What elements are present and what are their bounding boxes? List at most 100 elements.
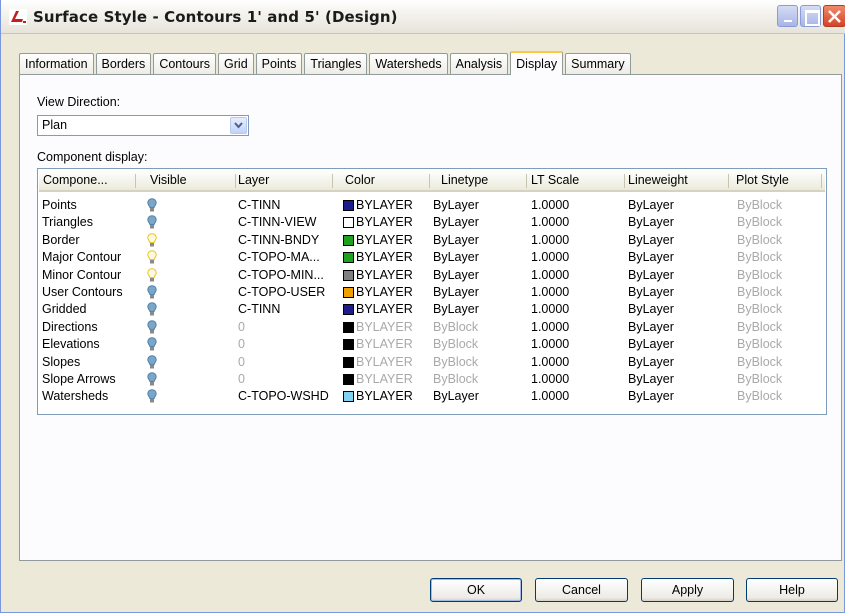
component-name: Slopes [42, 354, 81, 369]
column-header[interactable]: Plot Style [736, 170, 789, 190]
lightbulb-icon[interactable] [147, 354, 157, 370]
lightbulb-icon[interactable] [147, 389, 157, 404]
component-name: Points [42, 198, 77, 212]
tab-points[interactable]: Points [255, 53, 303, 75]
tab-information[interactable]: Information [19, 53, 94, 75]
lightbulb-icon[interactable] [147, 233, 157, 248]
lightbulb-icon[interactable] [147, 198, 157, 213]
plot-style-value: ByBlock [737, 354, 783, 369]
component-name: User Contours [42, 285, 123, 299]
plot-style-value: ByBlock [737, 319, 783, 334]
column-separator[interactable] [526, 174, 527, 188]
close-icon [828, 10, 841, 23]
layer-value: 0 [238, 372, 245, 386]
tab-grid[interactable]: Grid [218, 53, 254, 75]
layer-value: 0 [238, 319, 245, 334]
column-header[interactable]: Linetype [441, 170, 488, 190]
table-row[interactable]: Elevations 0 BYLAYER ByBlock 1.0000 ByLayer By… [40, 336, 824, 353]
plot-style-value: ByBlock [737, 198, 783, 212]
column-separator[interactable] [135, 174, 136, 188]
view-direction-select[interactable]: Plan [37, 115, 249, 136]
chevron-down-icon [234, 122, 243, 129]
apply-button[interactable]: Apply [641, 578, 734, 602]
lineweight-value: ByLayer [628, 337, 674, 352]
maximize-button[interactable] [800, 5, 821, 27]
layer-value: C-TINN-VIEW [238, 215, 317, 230]
color-value: BYLAYER [356, 215, 413, 230]
layer-value: C-TOPO-WSHD [238, 389, 329, 404]
lineweight-value: ByLayer [628, 198, 674, 212]
lt-scale-value: 1.0000 [531, 372, 570, 386]
column-separator[interactable] [624, 174, 625, 188]
column-separator[interactable] [235, 174, 236, 188]
color-swatch [343, 252, 354, 264]
color-swatch [343, 217, 354, 229]
table-row[interactable]: Major Contour C-TOPO-MA... BYLAYER ByLayer 1… [40, 249, 824, 266]
table-row[interactable]: Slope Arrows 0 BYLAYER ByBlock 1.0000 ByLayer… [40, 371, 824, 388]
lightbulb-icon[interactable] [147, 285, 157, 300]
component-name: Minor Contour [42, 267, 122, 282]
lightbulb-icon[interactable] [147, 267, 157, 283]
color-swatch [343, 200, 354, 211]
tab-contours[interactable]: Contours [153, 53, 217, 75]
ok-button[interactable]: OK [430, 578, 522, 602]
color-value: BYLAYER [356, 285, 413, 299]
column-header[interactable]: LT Scale [531, 170, 579, 190]
table-row[interactable]: Border C-TINN-BNDY BYLAYER ByLayer 1.0000 ByL… [40, 232, 824, 249]
component-display-list[interactable]: Compone... Visible Layer Color Linetype LT Sc… [37, 168, 827, 415]
color-swatch [343, 304, 354, 316]
lightbulb-icon[interactable] [147, 215, 157, 230]
help-button[interactable]: Help [746, 578, 838, 602]
layer-value: C-TINN-BNDY [238, 232, 320, 247]
linetype-value: ByBlock [433, 372, 479, 386]
close-button[interactable] [823, 5, 845, 27]
column-separator[interactable] [821, 174, 822, 188]
lightbulb-icon[interactable] [147, 337, 157, 352]
table-row[interactable]: Points C-TINN BYLAYER ByLayer 1.0000 ByLayer B… [40, 197, 824, 214]
minimize-button[interactable] [777, 5, 798, 27]
table-row[interactable]: Gridded C-TINN BYLAYER ByLayer 1.0000 ByLayer… [40, 301, 824, 318]
lt-scale-value: 1.0000 [531, 198, 570, 212]
lightbulb-icon[interactable] [147, 372, 157, 387]
column-header[interactable]: Visible [150, 170, 187, 190]
lightbulb-icon[interactable] [147, 320, 157, 335]
table-row[interactable]: Directions 0 BYLAYER ByBlock 1.0000 ByLayer By… [40, 319, 824, 336]
table-row[interactable]: Triangles C-TINN-VIEW BYLAYER ByLayer 1.0000… [40, 214, 824, 231]
cancel-button[interactable]: Cancel [535, 578, 628, 602]
lt-scale-value: 1.0000 [531, 215, 570, 230]
lightbulb-icon[interactable] [147, 302, 157, 317]
column-header[interactable]: Lineweight [628, 170, 688, 190]
title-bar[interactable]: Surface Style - Contours 1' and 5' (Desi… [1, 0, 845, 34]
column-separator[interactable] [728, 174, 729, 188]
linetype-value: ByBlock [433, 319, 479, 334]
lineweight-value: ByLayer [628, 354, 674, 369]
column-separator[interactable] [429, 174, 430, 188]
column-separator[interactable] [332, 174, 333, 188]
column-header[interactable]: Compone... [43, 170, 108, 190]
dropdown-button[interactable] [230, 117, 247, 134]
component-name: Watersheds [42, 389, 109, 404]
lightbulb-icon[interactable] [147, 250, 157, 265]
tab-watersheds[interactable]: Watersheds [369, 53, 448, 75]
lineweight-value: ByLayer [628, 285, 674, 299]
lt-scale-value: 1.0000 [531, 285, 570, 299]
tab-analysis[interactable]: Analysis [449, 53, 509, 75]
table-row[interactable]: User Contours C-TOPO-USER BYLAYER ByLayer 1.… [40, 284, 824, 301]
plot-style-value: ByBlock [737, 215, 783, 230]
tab-summary[interactable]: Summary [565, 53, 631, 75]
linetype-value: ByLayer [433, 215, 479, 230]
color-swatch [343, 287, 354, 298]
component-name: Triangles [42, 215, 93, 230]
column-header[interactable]: Layer [238, 170, 269, 190]
tab-triangles[interactable]: Triangles [304, 53, 368, 75]
table-row[interactable]: Watersheds C-TOPO-WSHD BYLAYER ByLayer 1.000… [40, 388, 824, 405]
tab-borders[interactable]: Borders [95, 53, 152, 75]
table-row[interactable]: Slopes 0 BYLAYER ByBlock 1.0000 ByLayer ByBloc… [40, 354, 824, 371]
lineweight-value: ByLayer [628, 215, 674, 230]
plot-style-value: ByBlock [737, 285, 783, 299]
plot-style-value: ByBlock [737, 250, 783, 265]
tab-display[interactable]: Display [510, 51, 564, 75]
column-header[interactable]: Color [345, 170, 375, 190]
linetype-value: ByLayer [433, 267, 479, 282]
table-row[interactable]: Minor Contour C-TOPO-MIN... BYLAYER ByLayer… [40, 267, 824, 284]
